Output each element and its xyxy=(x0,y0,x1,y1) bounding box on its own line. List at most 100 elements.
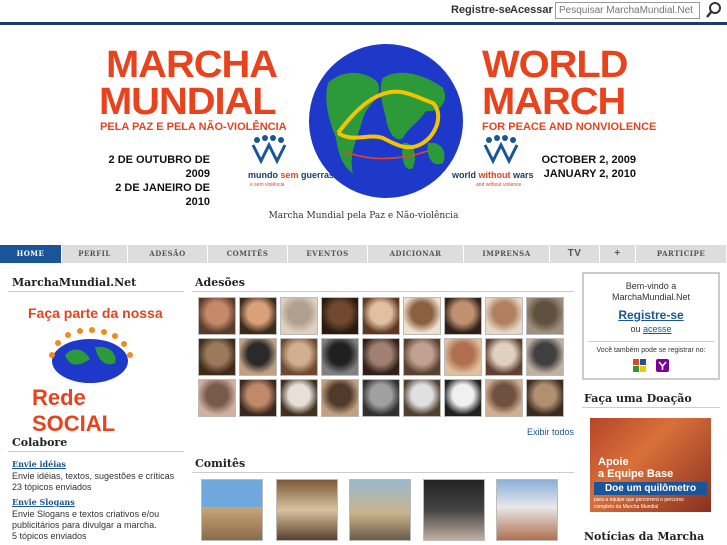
google-icon[interactable] xyxy=(633,359,647,372)
donation-title: Faça uma Doação xyxy=(584,392,692,405)
divider xyxy=(8,451,184,452)
committee-photo[interactable] xyxy=(423,479,485,541)
date-en-2: JANUARY 2, 2010 xyxy=(543,168,636,180)
nav-participe[interactable]: Participe xyxy=(636,245,727,263)
social-line-1: Faça parte da nossa xyxy=(28,305,163,321)
header-banner: MARCHA MUNDIAL PELA PAZ E PELA NÃO-VIOLÊ… xyxy=(0,25,727,245)
brand-pt-small: e sem violência xyxy=(250,182,285,188)
member-avatar[interactable] xyxy=(485,379,523,417)
register-link[interactable]: Registre-se xyxy=(451,4,511,16)
date-pt-2: 2 DE JANEIRO DE 2010 xyxy=(115,182,210,208)
rede-social-banner[interactable]: Faça parte da nossa Rede SOCIAL xyxy=(18,305,168,436)
committee-photo[interactable] xyxy=(201,479,263,541)
donation-banner[interactable]: Apoie a Equipe Base Doe um quilômetro pa… xyxy=(590,418,711,512)
divider xyxy=(192,291,574,292)
nav-eventos[interactable]: Eventos xyxy=(288,245,368,263)
divider xyxy=(588,341,714,342)
nav-adicionar[interactable]: Adicionar xyxy=(368,245,464,263)
donate-line-5: completo da Marcha Mundial xyxy=(594,504,659,510)
banner-title-pt-1: MARCHA xyxy=(106,44,278,86)
banner-caption: Marcha Mundial pela Paz e Não-violência xyxy=(268,211,459,221)
divider xyxy=(582,407,720,408)
member-avatar[interactable] xyxy=(362,338,400,376)
member-avatar[interactable] xyxy=(321,379,359,417)
member-avatar[interactable] xyxy=(239,297,277,335)
nav-tv[interactable]: TV xyxy=(550,245,600,263)
nav-adesao[interactable]: Adesão xyxy=(128,245,208,263)
member-avatar[interactable] xyxy=(403,379,441,417)
adesoes-title: Adesões xyxy=(195,276,245,289)
committee-photo[interactable] xyxy=(496,479,558,541)
member-avatar[interactable] xyxy=(526,297,564,335)
search-input[interactable] xyxy=(555,2,700,19)
member-avatar[interactable] xyxy=(198,297,236,335)
member-avatar[interactable] xyxy=(321,297,359,335)
yahoo-icon[interactable] xyxy=(655,359,669,372)
social-register-label: Você também pode se registrar no: xyxy=(596,347,706,354)
member-avatar[interactable] xyxy=(444,379,482,417)
donate-line-4: para a equipe que percorrerá o percurso xyxy=(594,497,684,503)
welcome-box: Bem-vindo a MarchaMundial.Net Registre-s… xyxy=(582,272,720,380)
donate-line-1: Apoie xyxy=(598,456,629,468)
view-all-link[interactable]: Exibir todos xyxy=(527,427,574,437)
member-avatar[interactable] xyxy=(239,379,277,417)
nav-home[interactable]: Home xyxy=(0,245,62,263)
member-avatar[interactable] xyxy=(362,379,400,417)
banner-title-en-2: MARCH xyxy=(482,81,626,123)
peace-logo-en xyxy=(482,135,520,165)
member-avatar[interactable] xyxy=(403,297,441,335)
member-avatar[interactable] xyxy=(485,297,523,335)
member-avatar[interactable] xyxy=(280,379,318,417)
brand-en-small: and without violence xyxy=(476,182,522,188)
date-en-1: OCTOBER 2, 2009 xyxy=(541,154,636,166)
login-link[interactable]: Acessar xyxy=(510,4,553,16)
member-avatar[interactable] xyxy=(321,338,359,376)
welcome-line-1: Bem-vindo a xyxy=(625,281,677,291)
member-avatar[interactable] xyxy=(362,297,400,335)
member-avatar[interactable] xyxy=(526,338,564,376)
ideas-description: Envie idéias, textos, sugestões e crític… xyxy=(12,471,175,481)
nav-comites[interactable]: Comitês xyxy=(208,245,288,263)
welcome-line-2: MarchaMundial.Net xyxy=(611,292,691,302)
member-avatar[interactable] xyxy=(198,338,236,376)
member-avatar[interactable] xyxy=(444,338,482,376)
donate-line-2: a Equipe Base xyxy=(598,468,674,480)
search-icon[interactable] xyxy=(704,1,724,20)
social-line-2: Rede SOCIAL xyxy=(32,385,116,436)
globe-illustration xyxy=(308,43,464,199)
member-avatar[interactable] xyxy=(526,379,564,417)
committee-photo[interactable] xyxy=(276,479,338,541)
divider xyxy=(192,472,574,473)
send-ideas-link[interactable]: Envie idéias xyxy=(12,459,66,469)
banner-subtitle-en: FOR PEACE AND NONVIOLENCE xyxy=(482,121,657,133)
banner-dates-pt: 2 DE OUTUBRO DE 2009 2 DE JANEIRO DE 201… xyxy=(96,153,210,209)
banner-subtitle-pt: PELA PAZ E PELA NÃO-VIOLÊNCIA xyxy=(100,121,287,133)
colabore-title: Colabore xyxy=(12,436,68,449)
banner-title-pt-2: MUNDIAL xyxy=(99,81,277,123)
member-avatar[interactable] xyxy=(444,297,482,335)
site-title: MarchaMundial.Net xyxy=(12,276,137,289)
member-avatar[interactable] xyxy=(239,338,277,376)
committee-photo[interactable] xyxy=(349,479,411,541)
nav-imprensa[interactable]: Imprensa xyxy=(464,245,550,263)
banner-dates-en: OCTOBER 2, 2009 JANUARY 2, 2010 xyxy=(540,153,636,181)
register-button[interactable]: Registre-se xyxy=(584,308,718,322)
top-bar: Registre-se Acessar xyxy=(0,0,727,22)
peace-logo-pt xyxy=(250,135,288,165)
nav-perfil[interactable]: Perfil xyxy=(62,245,128,263)
member-avatar[interactable] xyxy=(280,297,318,335)
nav-more[interactable]: + xyxy=(600,245,636,263)
member-avatar[interactable] xyxy=(403,338,441,376)
brand-en: world without wars xyxy=(452,170,534,180)
ideas-count: 23 tópicos enviados xyxy=(12,482,92,492)
send-slogans-link[interactable]: Envie Slogans xyxy=(12,497,75,507)
slogans-description-2: publicitários para divulgar a marcha. xyxy=(12,520,157,530)
date-pt-1: 2 DE OUTUBRO DE 2009 xyxy=(108,154,210,180)
member-avatar[interactable] xyxy=(280,338,318,376)
access-link[interactable]: acesse xyxy=(643,324,672,334)
member-avatar[interactable] xyxy=(485,338,523,376)
divider xyxy=(8,291,184,292)
news-title: Notícias da Marcha xyxy=(584,530,705,543)
member-avatar[interactable] xyxy=(198,379,236,417)
main-nav: Home Perfil Adesão Comitês Eventos Adici… xyxy=(0,245,727,263)
